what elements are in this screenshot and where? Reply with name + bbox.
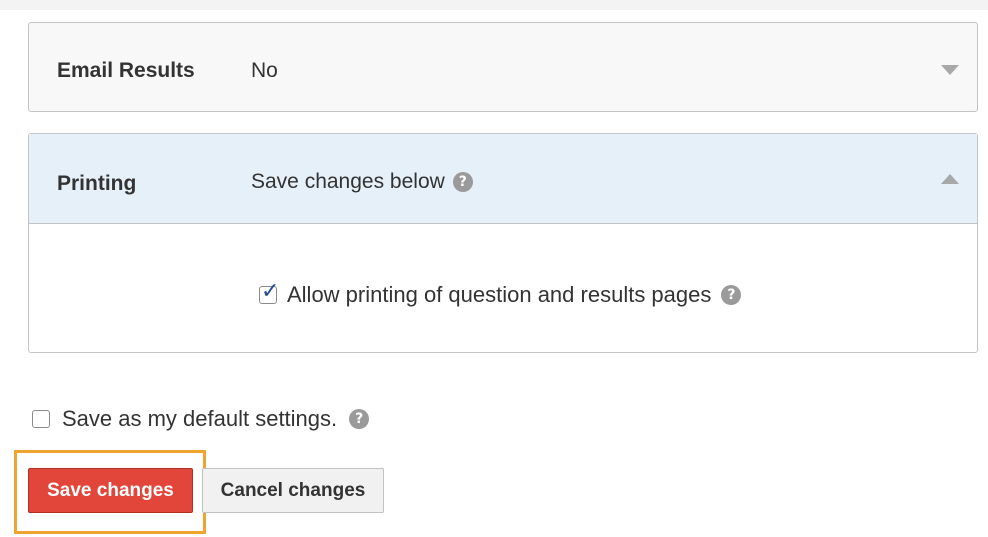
- question-circle-icon[interactable]: ?: [349, 409, 370, 429]
- email-results-label: Email Results: [57, 59, 195, 82]
- printing-value: Save changes below ?: [251, 170, 473, 194]
- chevron-up-icon[interactable]: [941, 174, 959, 184]
- top-strip: [0, 0, 988, 10]
- default-settings-checkbox[interactable]: [32, 410, 50, 428]
- printing-header[interactable]: Printing Save changes below ?: [29, 134, 977, 224]
- email-results-value-text: No: [251, 59, 278, 82]
- printing-label: Printing: [57, 172, 137, 195]
- allow-printing-checkbox[interactable]: ✓: [259, 281, 279, 304]
- email-results-header[interactable]: Email Results No: [29, 23, 977, 111]
- question-circle-icon[interactable]: ?: [452, 172, 473, 192]
- printing-value-text: Save changes below: [251, 170, 445, 193]
- question-circle-icon[interactable]: ?: [721, 285, 742, 305]
- checkmark-icon: ✓: [261, 279, 280, 304]
- default-settings-option[interactable]: Save as my default settings. ?: [32, 406, 370, 432]
- allow-printing-label: Allow printing of question and results p…: [287, 282, 712, 307]
- save-changes-button[interactable]: Save changes: [28, 468, 193, 513]
- printing-panel: Printing Save changes below ? ✓ Allow pr…: [28, 133, 978, 353]
- default-settings-label: Save as my default settings.: [62, 406, 338, 431]
- email-results-value: No: [251, 59, 278, 83]
- email-results-panel[interactable]: Email Results No: [28, 22, 978, 112]
- allow-printing-option[interactable]: ✓ Allow printing of question and results…: [259, 281, 742, 308]
- chevron-down-icon[interactable]: [941, 65, 959, 75]
- cancel-changes-button[interactable]: Cancel changes: [202, 468, 384, 513]
